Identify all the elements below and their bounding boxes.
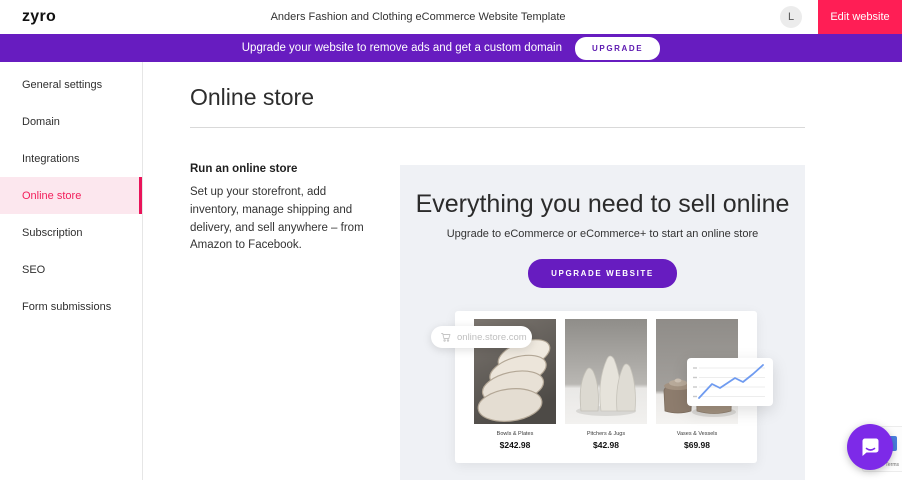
promo-heading: Everything you need to sell online bbox=[400, 190, 805, 219]
app-window: zyro Anders Fashion and Clothing eCommer… bbox=[0, 0, 902, 480]
product-name: Pitchers & Jugs bbox=[565, 431, 647, 437]
settings-sidebar: General settings Domain Integrations Onl… bbox=[0, 62, 143, 480]
user-avatar[interactable]: L bbox=[780, 6, 802, 28]
store-url-pill: online.store.com bbox=[431, 326, 532, 348]
zyro-logo[interactable]: zyro bbox=[22, 8, 56, 26]
chat-bubble-icon bbox=[857, 434, 883, 460]
product-price: $242.98 bbox=[474, 440, 556, 450]
product-price: $69.98 bbox=[656, 440, 738, 450]
product-price: $42.98 bbox=[565, 440, 647, 450]
promo-subheading: Upgrade to eCommerce or eCommerce+ to st… bbox=[400, 228, 805, 240]
store-url-text: online.store.com bbox=[457, 332, 527, 343]
topbar: zyro Anders Fashion and Clothing eCommer… bbox=[0, 0, 902, 34]
shopping-cart-icon bbox=[440, 331, 452, 343]
main-content: Online store Run an online store Set up … bbox=[143, 62, 902, 480]
sidebar-item-form-submissions[interactable]: Form submissions bbox=[0, 288, 142, 325]
site-template-title: Anders Fashion and Clothing eCommerce We… bbox=[56, 11, 780, 23]
sidebar-item-domain[interactable]: Domain bbox=[0, 103, 142, 140]
analytics-card bbox=[687, 358, 773, 406]
banner-message: Upgrade your website to remove ads and g… bbox=[242, 42, 562, 54]
product-image-pitchers bbox=[565, 319, 647, 424]
upgrade-website-button[interactable]: UPGRADE WEBSITE bbox=[528, 259, 677, 288]
upgrade-banner: Upgrade your website to remove ads and g… bbox=[0, 34, 902, 62]
product-card: Pitchers & Jugs $42.98 bbox=[565, 319, 647, 463]
sidebar-item-general-settings[interactable]: General settings bbox=[0, 66, 142, 103]
product-name: Vases & Vessels bbox=[656, 431, 738, 437]
banner-upgrade-button[interactable]: UPGRADE bbox=[575, 37, 660, 60]
ecommerce-promo-panel: Everything you need to sell online Upgra… bbox=[400, 165, 805, 480]
sidebar-item-integrations[interactable]: Integrations bbox=[0, 140, 142, 177]
sidebar-item-online-store[interactable]: Online store bbox=[0, 177, 142, 214]
section-description: Set up your storefront, add inventory, m… bbox=[190, 184, 368, 255]
section-title: Run an online store bbox=[190, 163, 368, 175]
edit-website-button[interactable]: Edit website bbox=[818, 0, 902, 34]
chat-launcher-button[interactable] bbox=[847, 424, 893, 470]
online-store-info-section: Run an online store Set up your storefro… bbox=[190, 163, 368, 255]
line-chart-sparkline bbox=[687, 358, 773, 406]
divider bbox=[190, 127, 805, 128]
page-title: Online store bbox=[190, 84, 314, 111]
sidebar-item-subscription[interactable]: Subscription bbox=[0, 214, 142, 251]
product-name: Bowls & Plates bbox=[474, 431, 556, 437]
sidebar-item-seo[interactable]: SEO bbox=[0, 251, 142, 288]
